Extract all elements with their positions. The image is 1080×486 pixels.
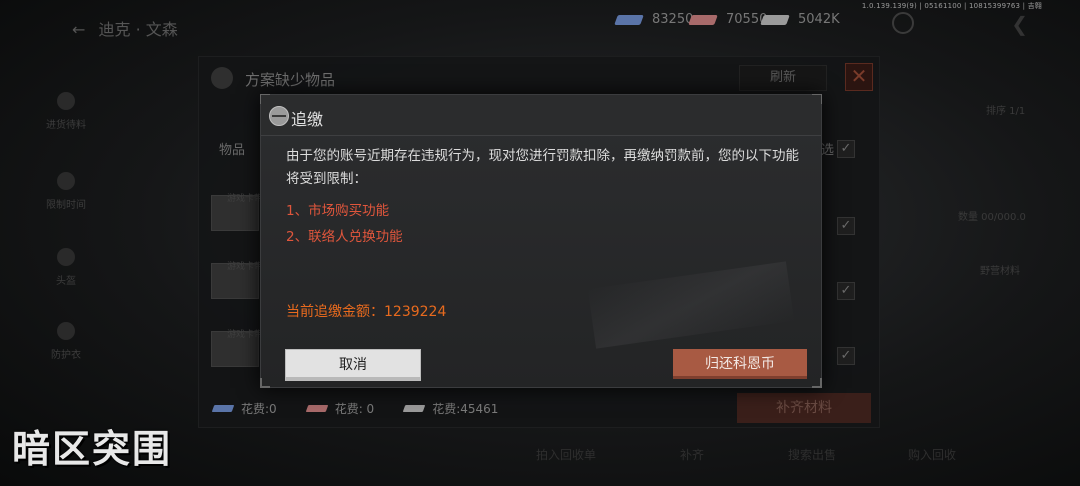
column-header-select: 选	[821, 143, 835, 158]
blue-currency-display: 83250	[614, 12, 694, 27]
bottom-action-search-sell[interactable]: 搜索出售	[788, 446, 836, 463]
bottom-action-recycle-list[interactable]: 拍入回收单	[536, 446, 596, 463]
panel-header: 方案缺少物品 刷新 ✕	[199, 57, 879, 97]
bottom-action-supplement[interactable]: 补齐	[680, 446, 704, 463]
nav-label: 头盔	[56, 276, 76, 287]
supplement-materials-button[interactable]: 补齐材料	[737, 393, 871, 423]
column-header-item: 物品	[219, 143, 246, 158]
nav-item-armor[interactable]: 防护衣	[36, 322, 96, 361]
penalty-amount-value: 1239224	[384, 304, 447, 320]
dialog-title: 追缴	[291, 110, 324, 129]
top-bar: ← 迪克 · 文森 83250 70550 5042K 1.0.139.139(…	[0, 0, 1080, 48]
cost-red: 花费: 0	[334, 401, 375, 416]
nav-item-restock[interactable]: 进货待料	[36, 92, 96, 131]
background-decoration	[587, 261, 795, 349]
helmet-icon	[57, 248, 75, 266]
silver-currency-value: 5042K	[798, 12, 840, 27]
silver-currency-icon	[402, 404, 426, 412]
nav-label: 防护衣	[51, 350, 81, 361]
nav-item-helmet[interactable]: 头盔	[36, 248, 96, 287]
penalty-dialog: 追缴 由于您的账号近期存在违规行为，现对您进行罚款扣除，再缴纳罚款前，您的以下功…	[260, 94, 822, 388]
nav-item-time-limit[interactable]: 限制时间	[36, 172, 96, 211]
game-logo-watermark: 暗区突围	[12, 427, 173, 471]
restock-icon	[57, 92, 75, 110]
item-name: 游戏卡带	[227, 262, 264, 272]
cancel-button[interactable]: 取消	[285, 349, 421, 381]
power-icon[interactable]	[892, 12, 914, 34]
cost-blue: 花费:0	[241, 401, 277, 416]
sort-label: 排序 1/1	[986, 106, 1026, 117]
bottom-action-buy-recycle[interactable]: 购入回收	[908, 446, 956, 463]
item-name: 游戏卡带	[227, 194, 264, 204]
corner-decoration	[812, 378, 822, 388]
select-checkbox[interactable]: ✓	[837, 282, 855, 300]
red-currency-display: 70550	[688, 12, 767, 27]
blue-currency-icon	[614, 14, 644, 25]
blue-currency-value: 83250	[652, 12, 694, 27]
select-checkbox[interactable]: ✓	[837, 140, 855, 158]
restriction-item: 1、市场购买功能	[286, 203, 390, 219]
version-text: 1.0.139.139(9) | 05161100 | 10815399763 …	[861, 2, 1042, 10]
nav-label: 进货待料	[46, 120, 86, 131]
red-currency-icon	[688, 14, 718, 25]
nav-label: 限制时间	[46, 200, 86, 211]
penalty-amount-label: 当前追缴金额：	[286, 304, 384, 320]
back-arrow-icon: ←	[72, 20, 86, 39]
game-screen: ← 迪克 · 文森 83250 70550 5042K 1.0.139.139(…	[0, 0, 1080, 486]
dialog-logo-icon	[269, 106, 289, 126]
blue-currency-icon	[211, 404, 235, 412]
armor-icon	[57, 322, 75, 340]
cost-silver: 花费:45461	[432, 401, 499, 416]
back-button[interactable]: ← 迪克 · 文森	[72, 16, 178, 40]
refresh-button[interactable]: 刷新	[739, 65, 827, 91]
dialog-header: 追缴	[261, 95, 821, 136]
penalty-amount: 当前追缴金额：1239224	[286, 301, 446, 321]
select-checkbox[interactable]: ✓	[837, 217, 855, 235]
silver-currency-display: 5042K	[760, 12, 840, 27]
restriction-item: 2、联络人兑换功能	[286, 229, 403, 245]
return-arrow-icon[interactable]: ❮	[1011, 12, 1028, 36]
panel-title: 方案缺少物品	[245, 71, 336, 89]
back-label: 迪克 · 文森	[98, 20, 178, 39]
cost-footer: 花费:0 花费: 0 花费:45461	[211, 397, 499, 419]
red-currency-icon	[305, 404, 328, 412]
panel-logo-icon	[211, 67, 233, 89]
close-icon[interactable]: ✕	[845, 63, 873, 91]
material-label: 野营材料	[980, 266, 1020, 277]
select-checkbox[interactable]: ✓	[837, 347, 855, 365]
clock-icon	[57, 172, 75, 190]
return-coins-button[interactable]: 归还科恩币	[673, 349, 807, 379]
amount-label: 数量 00/000.0	[958, 212, 1026, 223]
corner-decoration	[260, 378, 270, 388]
item-name: 游戏卡带	[227, 330, 264, 340]
dialog-message: 由于您的账号近期存在违规行为，现对您进行罚款扣除，再缴纳罚款前，您的以下功能将受…	[286, 148, 799, 187]
silver-currency-icon	[760, 14, 790, 25]
